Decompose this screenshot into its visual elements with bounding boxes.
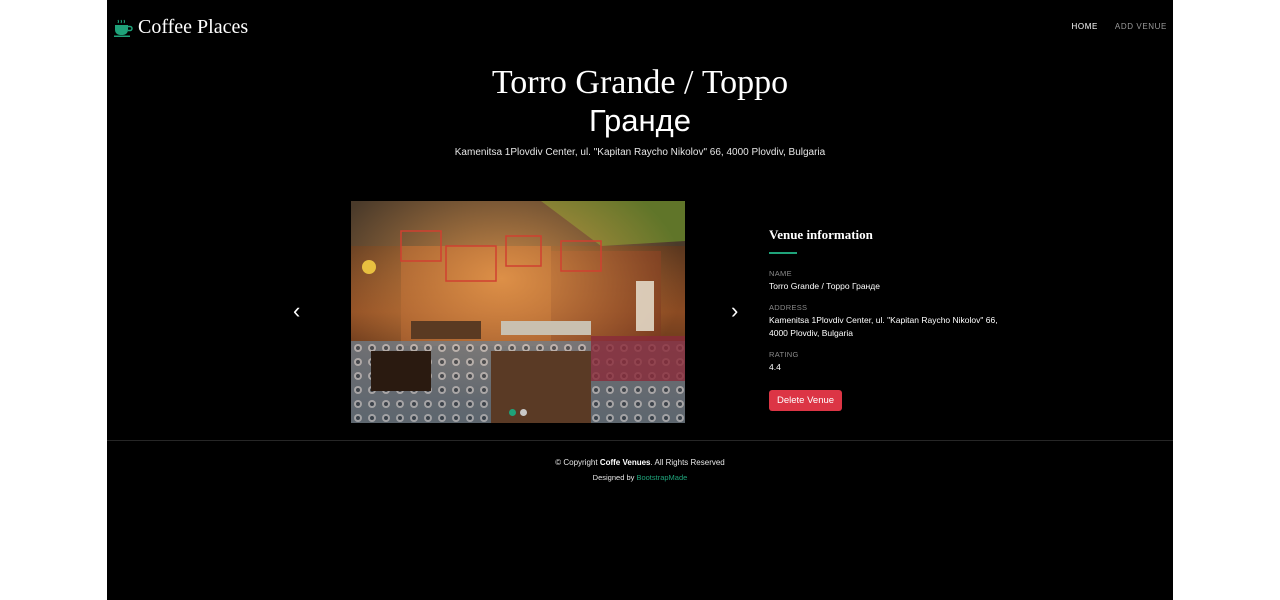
venue-info-heading: Venue information	[769, 227, 873, 242]
designed-prefix: Designed by	[592, 473, 637, 482]
bootstrapmade-link[interactable]: BootstrapMade	[636, 473, 687, 482]
main-nav: HOME ADD VENUE	[1072, 22, 1167, 31]
rating-value: 4.4	[769, 362, 781, 372]
venue-photo	[351, 201, 685, 423]
delete-venue-button[interactable]: Delete Venue	[769, 390, 843, 411]
copyright-brand: Coffe Venues	[599, 458, 651, 467]
carousel-indicators	[351, 409, 685, 416]
rating-label: RATING	[769, 350, 799, 359]
venue-title: Torro Grande / Торро Гранде	[107, 64, 1173, 140]
venue-title-line2: Гранде	[589, 103, 691, 138]
brand-name: Coffee Places	[138, 16, 249, 38]
carousel-dot-1[interactable]	[509, 409, 516, 416]
chevron-left-icon[interactable]: ‹	[293, 300, 300, 322]
nav-home[interactable]: HOME	[1072, 22, 1098, 31]
name-value: Torro Grande / Торро Гранде	[769, 281, 880, 291]
venue-address-subtitle: Kamenitsa 1Plovdiv Center, ul. "Kapitan …	[454, 147, 826, 158]
nav-add-venue[interactable]: ADD VENUE	[1115, 22, 1167, 31]
copyright-suffix: . All Rights Reserved	[650, 458, 725, 467]
coffee-cup-icon	[114, 19, 133, 37]
carousel-dot-2[interactable]	[520, 409, 527, 416]
venue-info-panel: Venue information NAME Torro Grande / То…	[769, 227, 1009, 411]
copyright-prefix: © Copyright	[555, 458, 600, 467]
address-label: ADDRESS	[769, 303, 808, 312]
page: Coffee Places HOME ADD VENUE Torro Grand…	[107, 0, 1173, 600]
chevron-right-icon[interactable]: ›	[731, 300, 738, 322]
footer-credits: Designed by BootstrapMade	[107, 473, 1173, 482]
name-label: NAME	[769, 269, 792, 278]
venue-title-line1: Torro Grande / Торро	[491, 64, 789, 101]
brand-logo[interactable]: Coffee Places	[113, 16, 248, 39]
venue-photo-carousel[interactable]	[351, 201, 685, 423]
footer-copyright: © Copyright Coffe Venues. All Rights Res…	[107, 458, 1173, 467]
footer-divider	[107, 440, 1173, 441]
heading-accent-line	[769, 252, 797, 254]
address-value: Kamenitsa 1Plovdiv Center, ul. "Kapitan …	[769, 315, 998, 338]
